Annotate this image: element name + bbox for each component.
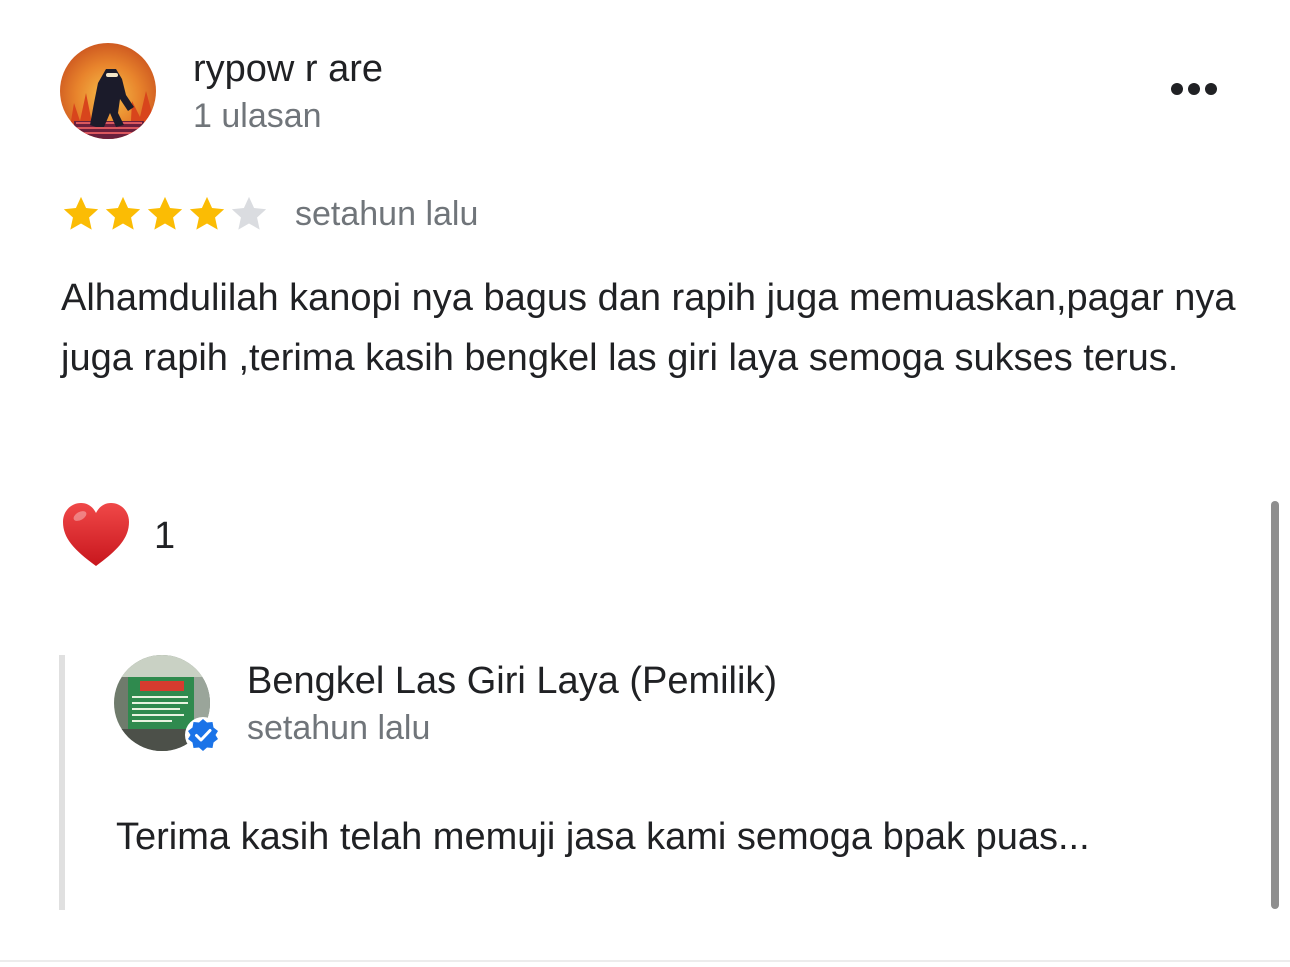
more-horizontal-icon — [1169, 82, 1220, 100]
owner-reply-text[interactable]: Terima kasih telah memuji jasa kami semo… — [116, 812, 1236, 862]
reaction-count: 1 — [154, 515, 176, 557]
reviewer-review-count: 1 ulasan — [193, 97, 322, 135]
heart-icon — [63, 503, 129, 566]
scrollbar-thumb[interactable] — [1271, 501, 1279, 909]
star-filled-icon — [105, 196, 141, 230]
divider — [0, 960, 1290, 962]
reply-indent-bar — [59, 655, 65, 910]
star-filled-icon — [63, 196, 99, 230]
reaction-button[interactable]: 1 — [60, 500, 175, 572]
review-card: rypow r are 1 ulasan setahun lalu Alhamd… — [0, 0, 1290, 967]
reviewer-avatar[interactable] — [60, 43, 156, 139]
review-text: Alhamdulilah kanopi nya bagus dan rapih … — [61, 277, 1236, 379]
review-time: setahun lalu — [295, 195, 479, 233]
verified-check-icon — [185, 717, 221, 753]
more-options-button[interactable] — [1162, 70, 1226, 112]
reviewer-name[interactable]: rypow r are — [193, 46, 383, 92]
owner-name: Bengkel Las Giri Laya (Pemilik) — [247, 660, 778, 702]
star-filled-icon — [189, 196, 225, 230]
star-filled-icon — [147, 196, 183, 230]
reviewer-avatar-image — [60, 43, 156, 139]
star-empty-icon — [231, 196, 267, 230]
star-rating — [60, 193, 270, 235]
owner-reply-time: setahun lalu — [247, 709, 431, 747]
